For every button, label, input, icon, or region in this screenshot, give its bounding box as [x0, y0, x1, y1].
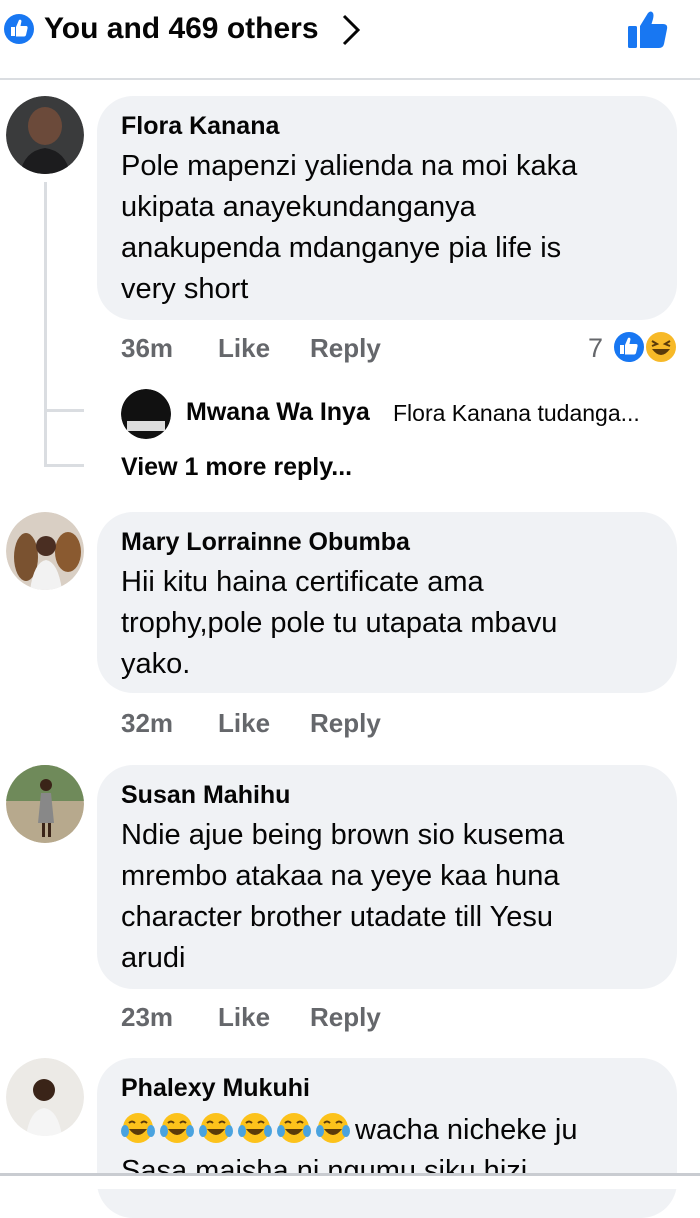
comment-author[interactable]: Flora Kanana [121, 112, 279, 141]
chevron-right-icon[interactable] [340, 12, 362, 48]
comment-time: 23m [121, 1002, 174, 1032]
tears-of-joy-icon [160, 1113, 194, 1143]
bottom-mask [0, 1176, 700, 1189]
tears-of-joy-icon [199, 1113, 233, 1143]
comment-bubble: Susan Mahihu Ndie ajue being brown sio k… [97, 765, 677, 989]
header-divider [0, 78, 700, 80]
reply-button[interactable]: Reply [310, 333, 381, 364]
reply-button[interactable]: Reply [310, 708, 381, 739]
view-more-replies-link[interactable]: View 1 more reply... [121, 453, 352, 482]
comment-bubble: Mary Lorrainne Obumba Hii kitu haina cer… [97, 512, 677, 693]
comment-time: 36m [121, 333, 174, 363]
comment-text: Hii kitu haina certificate ama trophy,po… [121, 566, 558, 680]
comment-text: Ndie ajue being brown sio kusema mrembo … [121, 819, 565, 974]
comment-bubble: Flora Kanana Pole mapenzi yalienda na mo… [97, 96, 677, 320]
comment-author[interactable]: Mary Lorrainne Obumba [121, 528, 410, 557]
reaction-count[interactable]: 7 [588, 333, 603, 364]
avatar[interactable] [6, 512, 84, 590]
avatar[interactable] [6, 765, 84, 843]
reply-author[interactable]: Mwana Wa Inya [186, 398, 370, 427]
like-button[interactable]: Like [218, 1002, 270, 1033]
comment-bubble: Phalexy Mukuhi wacha nicheke ju Sasa mai… [97, 1058, 677, 1218]
like-circle-icon [4, 14, 34, 44]
reply-avatar[interactable] [121, 389, 171, 439]
comment-text-line: wacha nicheke ju [355, 1114, 578, 1146]
avatar[interactable] [6, 96, 84, 174]
thread-branch [44, 464, 84, 467]
reply-button[interactable]: Reply [310, 1002, 381, 1033]
haha-reaction-icon [644, 330, 678, 364]
like-button[interactable]: Like [218, 333, 270, 364]
avatar[interactable] [6, 1058, 84, 1136]
comment-author[interactable]: Susan Mahihu [121, 781, 290, 810]
tears-of-joy-icon [121, 1113, 155, 1143]
reactions-header[interactable]: You and 469 others [0, 0, 700, 78]
like-button[interactable]: Like [218, 708, 270, 739]
tears-of-joy-icon [316, 1113, 350, 1143]
thread-branch [44, 409, 84, 412]
reply-snippet[interactable]: Flora Kanana tudanga... [393, 400, 640, 427]
comment-author[interactable]: Phalexy Mukuhi [121, 1074, 310, 1103]
bottom-bar-edge [0, 1173, 700, 1176]
tears-of-joy-icon [277, 1113, 311, 1143]
comment-time: 32m [121, 708, 174, 738]
like-reaction-icon [612, 330, 646, 364]
comment-text: Pole mapenzi yalienda na moi kaka ukipat… [121, 150, 578, 305]
thumbs-up-icon[interactable] [626, 8, 670, 52]
thread-line [44, 182, 47, 466]
header-title: You and 469 others [44, 12, 319, 45]
tears-of-joy-icon [238, 1113, 272, 1143]
